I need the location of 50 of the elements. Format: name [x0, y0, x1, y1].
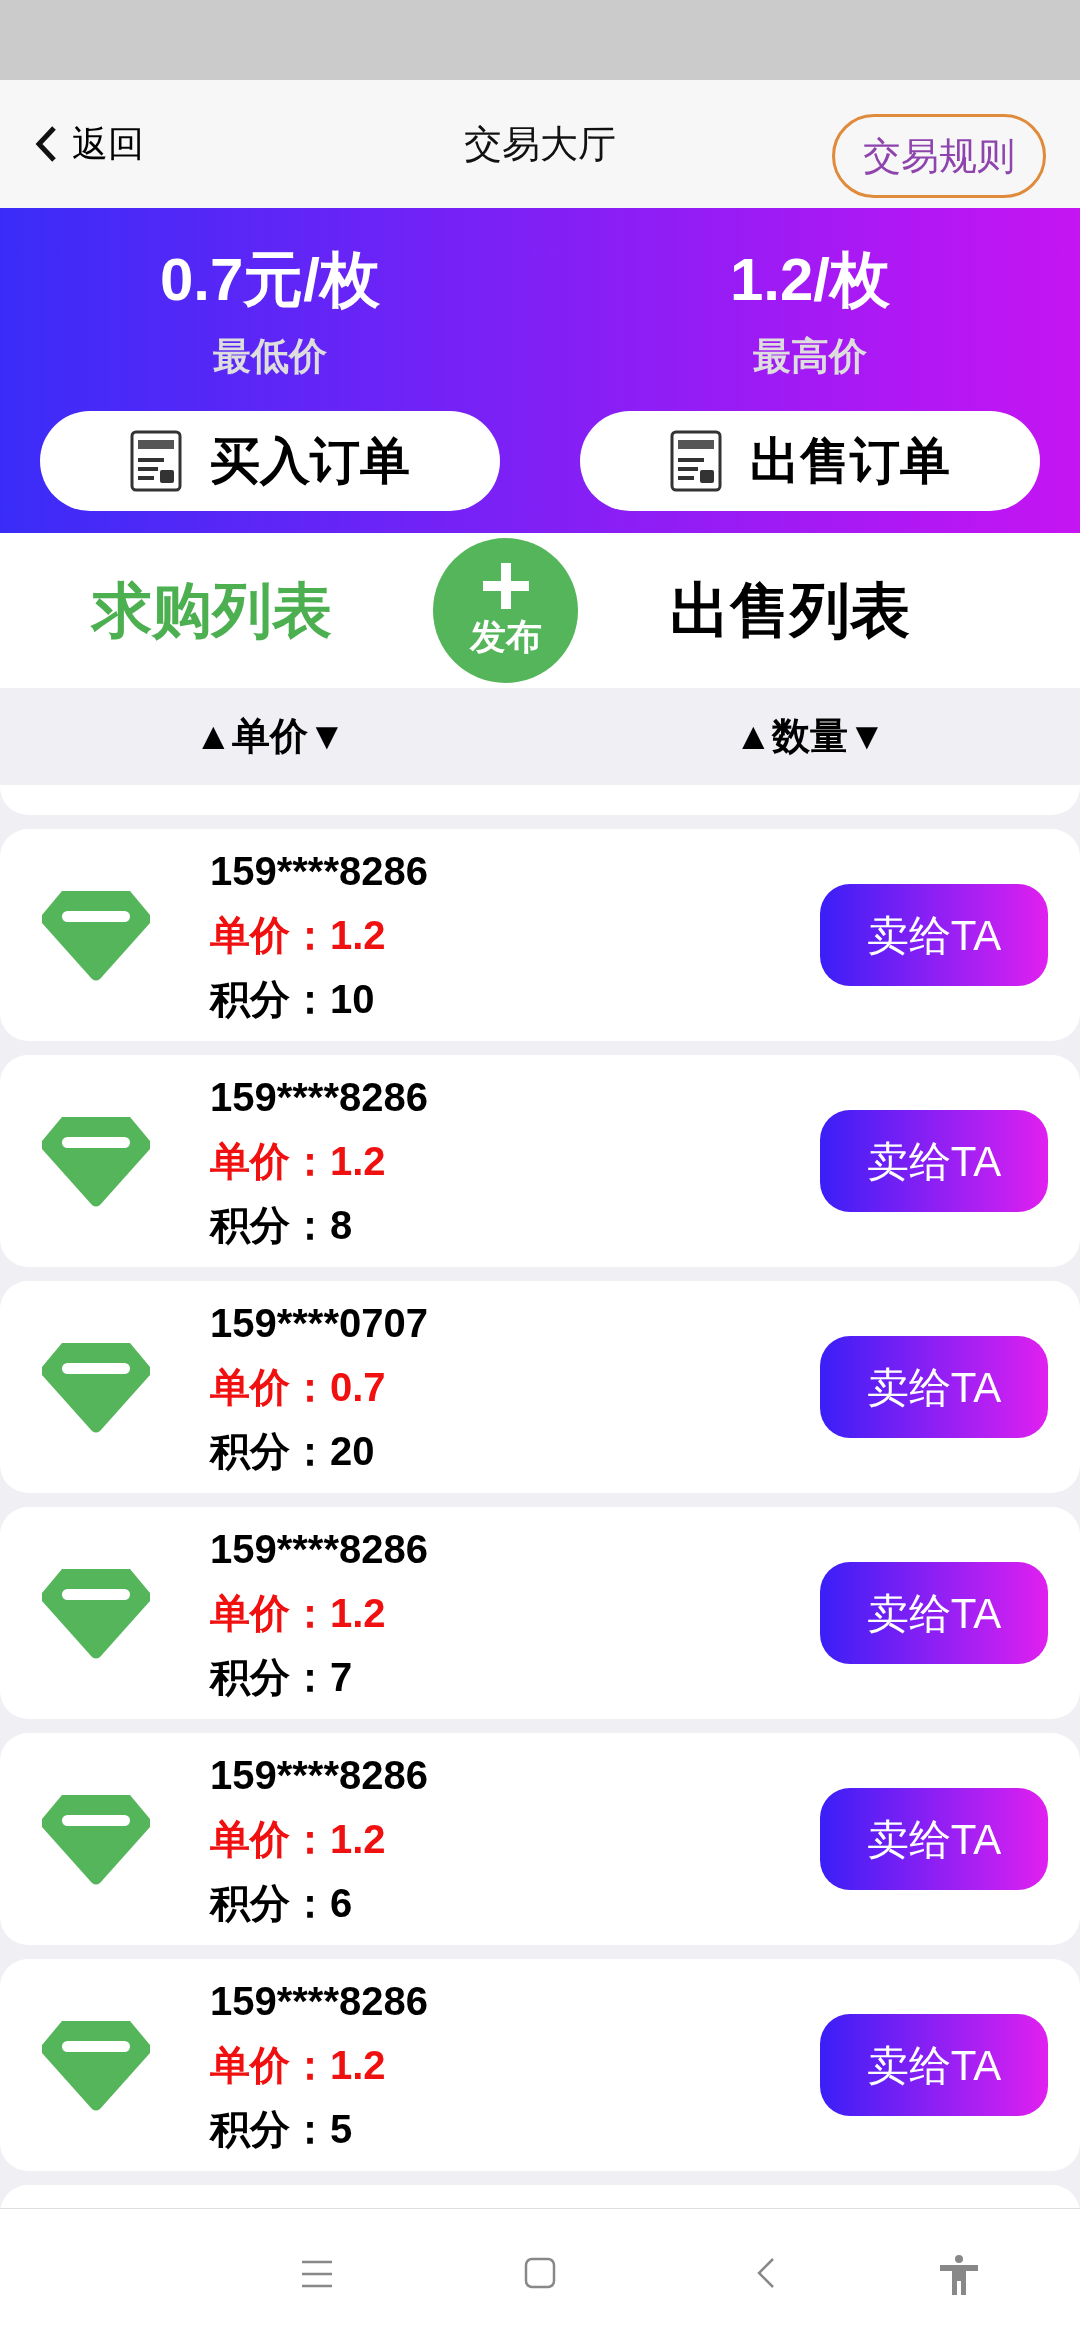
sell-button[interactable]: 卖给TA [820, 2014, 1048, 2116]
back-chevron-icon [34, 124, 58, 164]
phone-number: 159****8286 [210, 848, 428, 895]
unit-price: 单价：0.7 [210, 1364, 387, 1411]
unit-price: 单价：1.2 [210, 2042, 387, 2089]
phone-number: 159****8286 [210, 1526, 428, 1573]
plus-icon [482, 562, 529, 609]
gem-icon [40, 1115, 152, 1207]
gem-icon [40, 889, 152, 981]
price-value: 1.2/枚 [729, 245, 891, 315]
price-value: 0.7元/枚 [159, 245, 381, 315]
points-text: 积分：8 [210, 1202, 354, 1249]
phone-number: 159****8286 [210, 1752, 428, 1799]
price-label: 最低价 [213, 334, 327, 379]
unit-price: 单价：1.2 [210, 1590, 387, 1637]
home-square-icon[interactable] [524, 2257, 556, 2289]
sell-button[interactable]: 卖给TA [820, 884, 1048, 986]
gem-icon [40, 1341, 152, 1433]
phone-number: 159****8286 [210, 1978, 428, 2025]
order-button[interactable]: 买入订单 [40, 411, 500, 511]
back-button[interactable]: 返回 [34, 117, 144, 171]
gem-icon [40, 2019, 152, 2111]
sell-button[interactable]: 卖给TA [820, 1788, 1048, 1890]
phone-number: 159****8286 [210, 1074, 428, 1121]
points-text: 积分：7 [210, 1654, 354, 1701]
accessibility-icon[interactable] [940, 2255, 978, 2295]
sell-button[interactable]: 卖给TA [820, 1562, 1048, 1664]
page-title: 交易大厅 [464, 121, 616, 167]
newspaper-icon [130, 430, 182, 492]
sell-button[interactable]: 卖给TA [820, 1110, 1048, 1212]
newspaper-icon [670, 430, 722, 492]
unit-price: 单价：1.2 [210, 912, 387, 959]
rules-button[interactable]: 交易规则 [832, 114, 1046, 198]
unit-price: 单价：1.2 [210, 1816, 387, 1863]
back-icon[interactable] [756, 2257, 776, 2289]
points-text: 积分：20 [210, 1428, 376, 1475]
points-text: 积分：5 [210, 2106, 354, 2153]
gem-icon [40, 1793, 152, 1885]
sort-toggle[interactable]: ▲数量▼ [734, 708, 886, 765]
unit-price: 单价：1.2 [210, 1138, 387, 1185]
sort-toggle[interactable]: ▲单价▼ [194, 708, 346, 765]
order-button[interactable]: 出售订单 [580, 411, 1040, 511]
price-label: 最高价 [753, 334, 867, 379]
list-tab[interactable]: 出售列表 [670, 565, 910, 656]
phone-number: 159****0707 [210, 1300, 428, 1347]
menu-icon[interactable] [302, 2260, 332, 2288]
points-text: 积分：6 [210, 1880, 354, 1927]
points-text: 积分：10 [210, 976, 376, 1023]
sell-button[interactable]: 卖给TA [820, 1336, 1048, 1438]
gem-icon [40, 1567, 152, 1659]
